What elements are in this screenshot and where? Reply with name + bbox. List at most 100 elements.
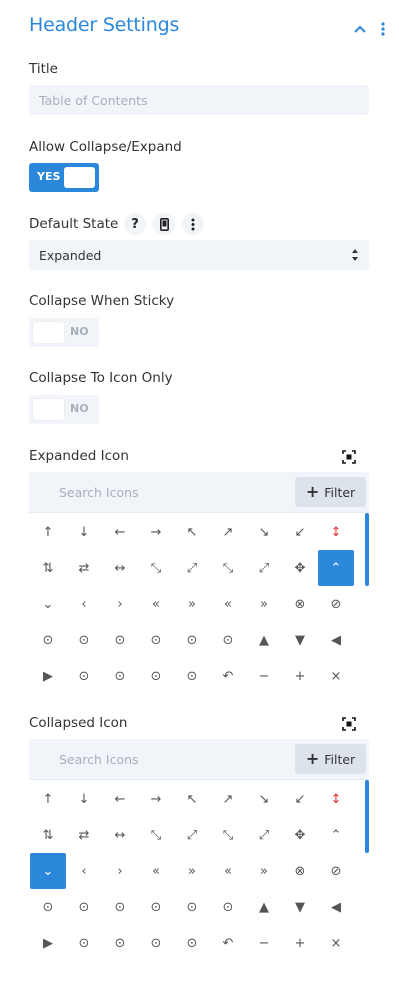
arrow-left-right-icon[interactable]: ↔ <box>102 550 138 586</box>
double-chevron-up-icon[interactable]: « <box>138 586 174 622</box>
arrow-down-left-icon[interactable]: ↙ <box>282 781 318 817</box>
circle-chevron-right-icon[interactable]: ⊙ <box>66 889 102 925</box>
close-icon[interactable]: × <box>318 925 354 959</box>
arrow-left-right-icon[interactable]: ↔ <box>102 817 138 853</box>
arrow-up-down-icon[interactable]: ↕ <box>318 781 354 817</box>
expand-diagonal-icon[interactable]: ⤡ <box>138 817 174 853</box>
arrow-down-left-icon[interactable]: ↙ <box>282 514 318 550</box>
collapse-diagonal-icon[interactable]: ⤡ <box>210 550 246 586</box>
arrow-up-icon[interactable]: ↑ <box>30 781 66 817</box>
help-icon[interactable]: ? <box>124 213 146 235</box>
circle-caret-up-icon[interactable]: ⊙ <box>66 658 102 692</box>
arrow-left-icon[interactable]: ← <box>102 514 138 550</box>
arrow-down-right-icon[interactable]: ↘ <box>246 514 282 550</box>
chevron-right-icon[interactable]: › <box>102 586 138 622</box>
undo-icon[interactable]: ↶ <box>210 658 246 692</box>
chevron-left-icon[interactable]: ‹ <box>66 853 102 889</box>
collapse-diagonal-icon[interactable]: ⤡ <box>210 817 246 853</box>
circle-chevron-down-icon[interactable]: ⊘ <box>318 586 354 622</box>
double-chevron-down-icon[interactable]: » <box>174 853 210 889</box>
circle-double-up-icon[interactable]: ⊙ <box>102 889 138 925</box>
icon-search-input[interactable]: Search Icons <box>59 752 139 767</box>
circle-double-right-icon[interactable]: ⊙ <box>210 622 246 658</box>
title-input[interactable]: Table of Contents <box>29 85 369 115</box>
chevron-up-icon[interactable] <box>351 20 369 38</box>
arrow-right-icon[interactable]: → <box>138 781 174 817</box>
minus-icon[interactable]: − <box>246 658 282 692</box>
chevron-up-icon[interactable]: ⌃ <box>318 817 354 853</box>
expand-diagonal-alt-icon[interactable]: ⤢ <box>174 550 210 586</box>
minus-icon[interactable]: − <box>246 925 282 959</box>
circle-chevron-up-icon[interactable]: ⊗ <box>282 586 318 622</box>
double-chevron-left-icon[interactable]: « <box>210 586 246 622</box>
arrows-vertical-icon[interactable]: ⇅ <box>30 817 66 853</box>
circle-chevron-left-icon[interactable]: ⊙ <box>30 889 66 925</box>
move-icon[interactable]: ✥ <box>282 817 318 853</box>
circle-double-down-icon[interactable]: ⊙ <box>138 889 174 925</box>
expand-diagonal-icon[interactable]: ⤡ <box>138 550 174 586</box>
plus-icon[interactable]: + <box>282 658 318 692</box>
chevron-down-icon[interactable]: ⌄ <box>30 853 66 889</box>
plus-icon[interactable]: + <box>282 925 318 959</box>
circle-chevron-down-icon[interactable]: ⊘ <box>318 853 354 889</box>
arrow-up-left-icon[interactable]: ↖ <box>174 781 210 817</box>
kebab-menu-icon[interactable] <box>376 20 390 38</box>
caret-left-icon[interactable]: ◀ <box>318 622 354 658</box>
chevron-left-icon[interactable]: ‹ <box>66 586 102 622</box>
expand-diagonal-alt-icon[interactable]: ⤢ <box>174 817 210 853</box>
scrollbar[interactable] <box>365 780 369 853</box>
circle-double-right-icon[interactable]: ⊙ <box>210 889 246 925</box>
mobile-icon[interactable] <box>153 213 175 235</box>
scrollbar[interactable] <box>365 513 369 586</box>
arrow-up-right-icon[interactable]: ↗ <box>210 781 246 817</box>
circle-double-down-icon[interactable]: ⊙ <box>138 622 174 658</box>
chevron-up-icon[interactable]: ⌃ <box>318 550 354 586</box>
allow-collapse-toggle[interactable]: YES <box>29 163 99 192</box>
focus-target-icon[interactable] <box>342 717 356 731</box>
arrow-left-icon[interactable]: ← <box>102 781 138 817</box>
default-state-select[interactable]: Expanded <box>29 240 369 270</box>
caret-up-icon[interactable]: ▲ <box>246 889 282 925</box>
circle-chevron-right-icon[interactable]: ⊙ <box>66 622 102 658</box>
double-chevron-right-icon[interactable]: » <box>246 853 282 889</box>
double-chevron-right-icon[interactable]: » <box>246 586 282 622</box>
arrow-up-right-icon[interactable]: ↗ <box>210 514 246 550</box>
move-icon[interactable]: ✥ <box>282 550 318 586</box>
arrows-horizontal-swap-icon[interactable]: ⇄ <box>66 817 102 853</box>
filter-button[interactable]: + Filter <box>295 744 366 774</box>
arrow-down-icon[interactable]: ↓ <box>66 514 102 550</box>
chevron-down-icon[interactable]: ⌄ <box>30 586 66 622</box>
circle-caret-left-icon[interactable]: ⊙ <box>138 658 174 692</box>
circle-caret-up-icon[interactable]: ⊙ <box>66 925 102 959</box>
circle-caret-down-icon[interactable]: ⊙ <box>102 925 138 959</box>
arrow-right-icon[interactable]: → <box>138 514 174 550</box>
caret-down-icon[interactable]: ▼ <box>282 622 318 658</box>
arrow-up-icon[interactable]: ↑ <box>30 514 66 550</box>
caret-right-icon[interactable]: ▶ <box>30 658 66 692</box>
circle-caret-right-icon[interactable]: ⊙ <box>174 658 210 692</box>
caret-up-icon[interactable]: ▲ <box>246 622 282 658</box>
circle-caret-left-icon[interactable]: ⊙ <box>138 925 174 959</box>
caret-left-icon[interactable]: ◀ <box>318 889 354 925</box>
chevron-right-icon[interactable]: › <box>102 853 138 889</box>
expand-out-icon[interactable]: ⤢ <box>246 550 282 586</box>
close-icon[interactable]: × <box>318 658 354 692</box>
caret-down-icon[interactable]: ▼ <box>282 889 318 925</box>
arrows-horizontal-swap-icon[interactable]: ⇄ <box>66 550 102 586</box>
arrow-down-icon[interactable]: ↓ <box>66 781 102 817</box>
circle-chevron-left-icon[interactable]: ⊙ <box>30 622 66 658</box>
circle-chevron-up-icon[interactable]: ⊗ <box>282 853 318 889</box>
undo-icon[interactable]: ↶ <box>210 925 246 959</box>
expand-out-icon[interactable]: ⤢ <box>246 817 282 853</box>
options-icon[interactable] <box>182 213 204 235</box>
caret-right-icon[interactable]: ▶ <box>30 925 66 959</box>
collapse-icon-only-toggle[interactable]: NO <box>29 395 99 424</box>
arrow-down-right-icon[interactable]: ↘ <box>246 781 282 817</box>
circle-double-up-icon[interactable]: ⊙ <box>102 622 138 658</box>
double-chevron-up-icon[interactable]: « <box>138 853 174 889</box>
circle-double-left-icon[interactable]: ⊙ <box>174 889 210 925</box>
circle-caret-down-icon[interactable]: ⊙ <box>102 658 138 692</box>
collapse-sticky-toggle[interactable]: NO <box>29 318 99 347</box>
circle-double-left-icon[interactable]: ⊙ <box>174 622 210 658</box>
focus-target-icon[interactable] <box>342 450 356 464</box>
